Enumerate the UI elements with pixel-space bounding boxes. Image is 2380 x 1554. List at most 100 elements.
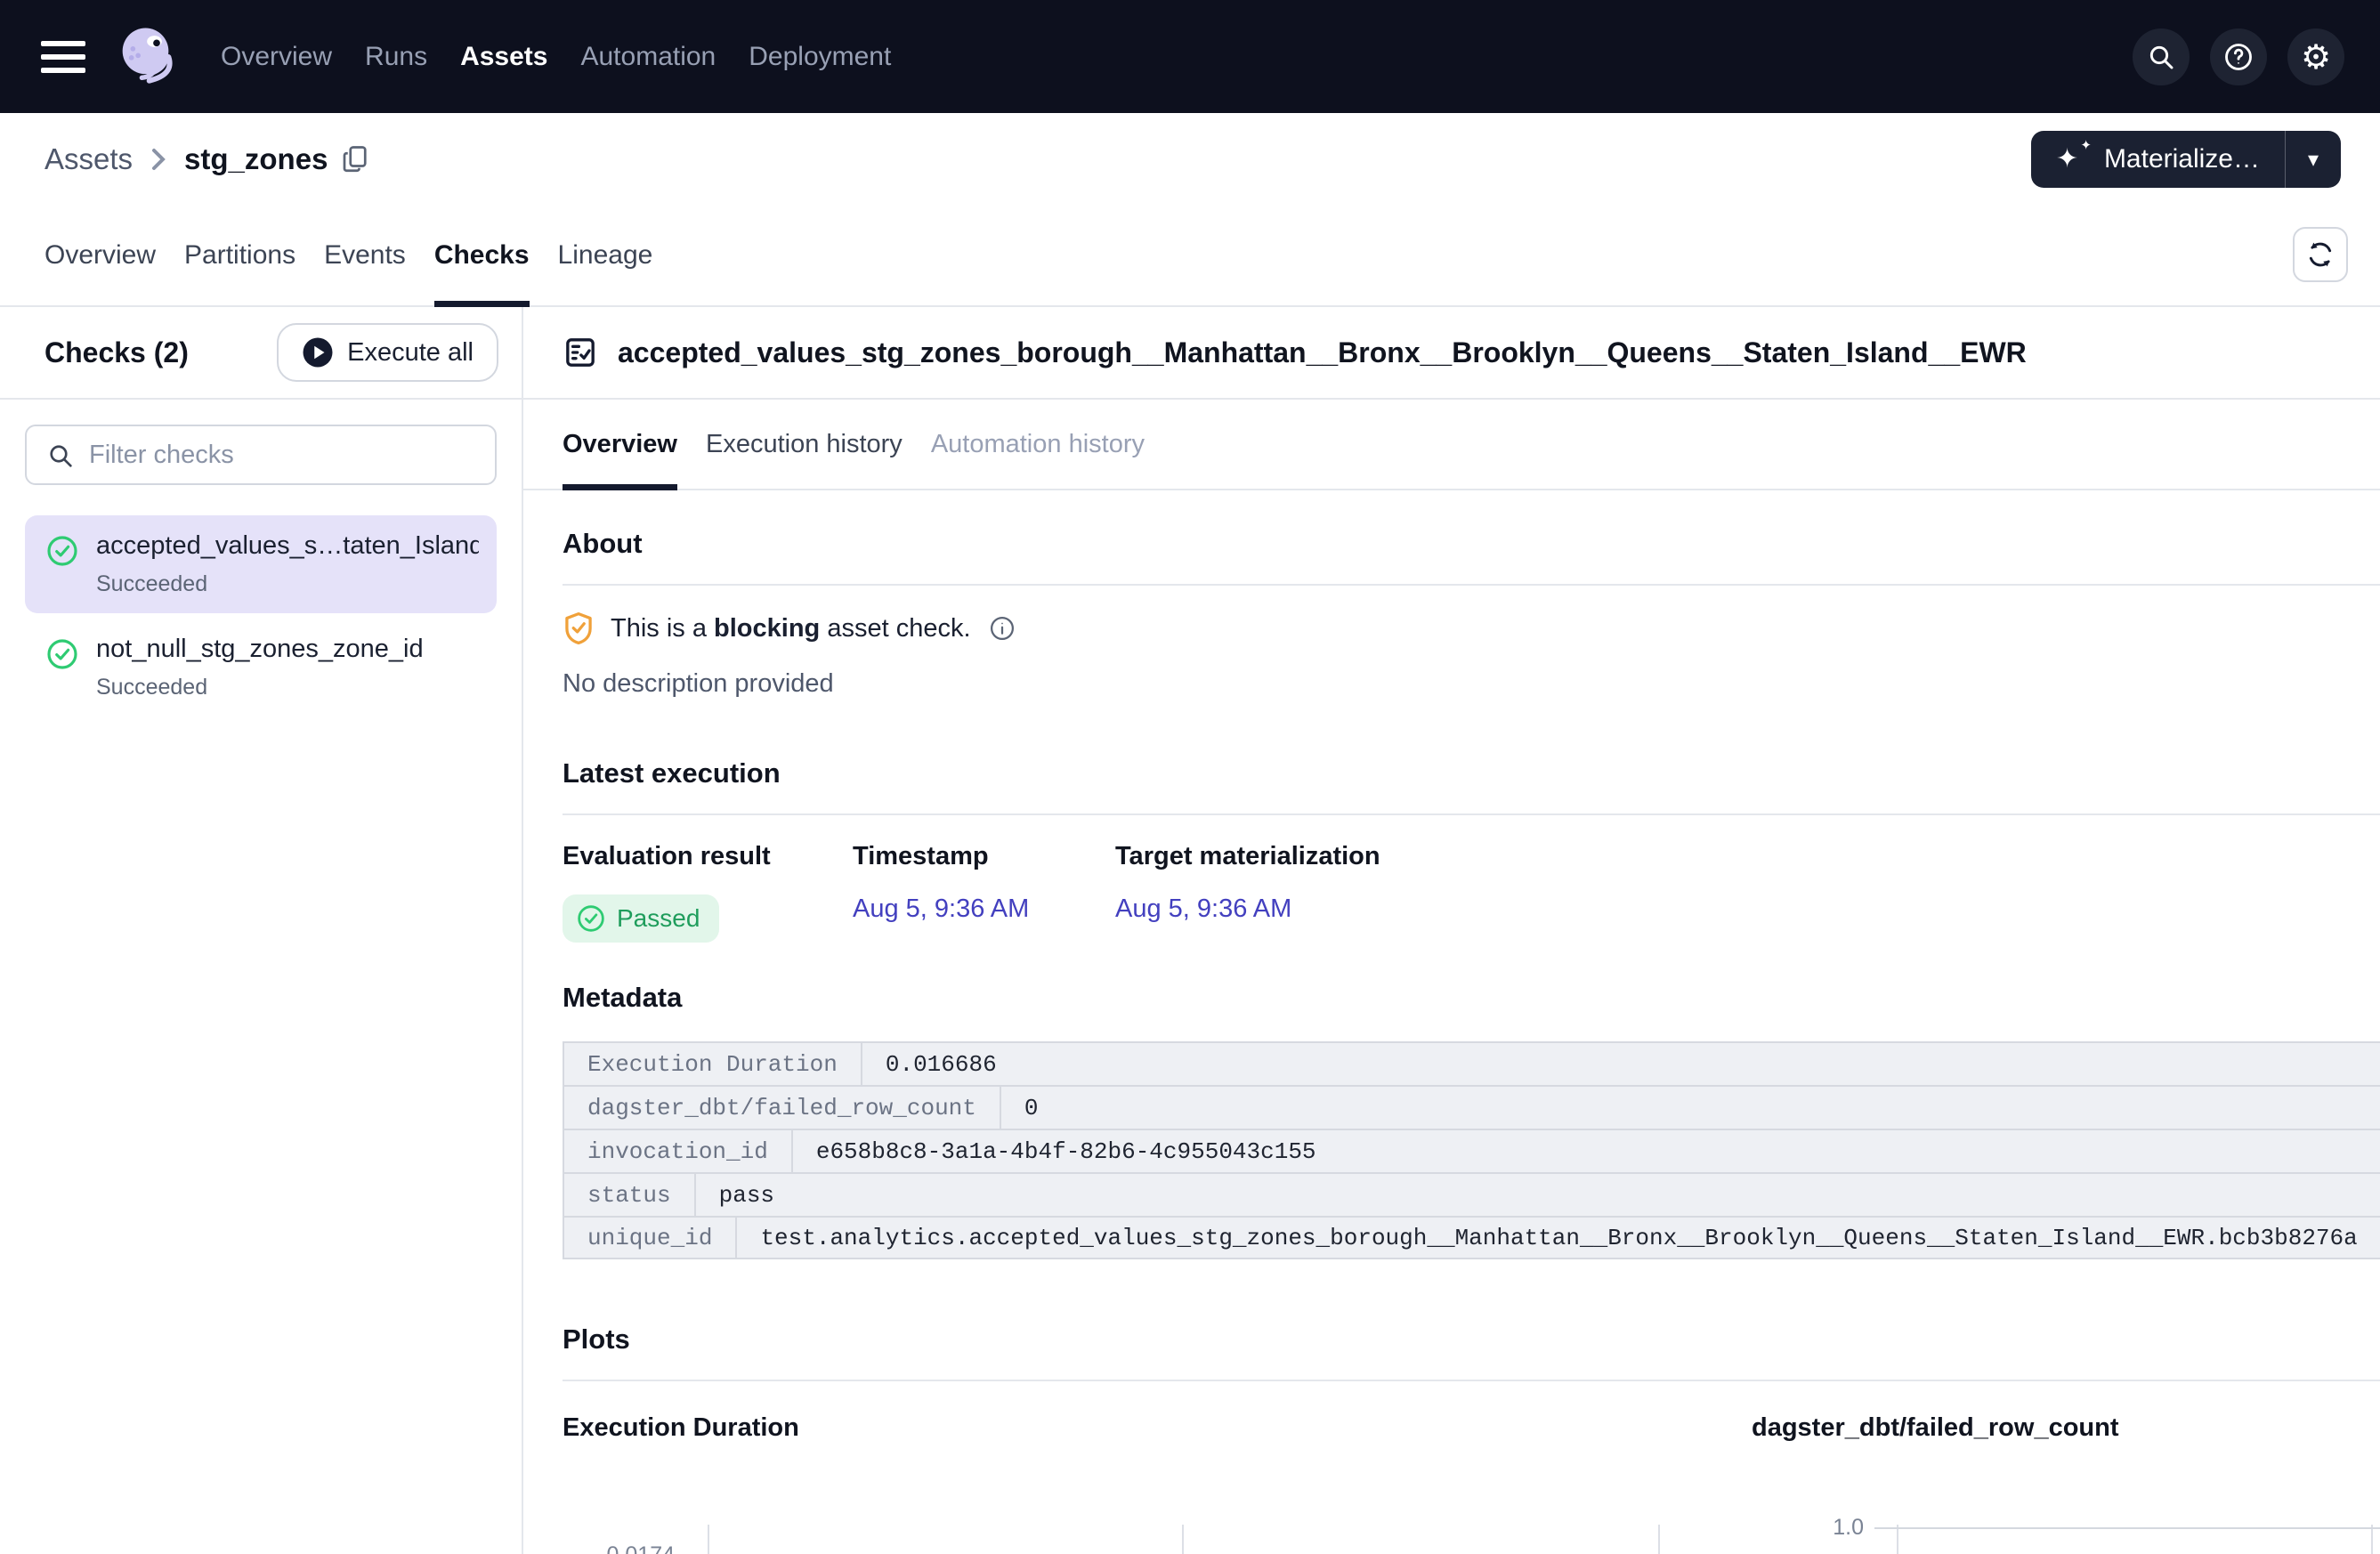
metadata-value: 0.016686 — [862, 1043, 1020, 1085]
check-header: accepted_values_stg_zones_borough__Manha… — [523, 307, 2380, 400]
chart-plot-area: 1.0 0.6 — [1752, 1525, 2380, 1554]
checklist-icon — [563, 335, 598, 370]
sparkle-icon: ✦ ✦ — [2056, 142, 2090, 176]
check-success-icon — [46, 638, 78, 670]
about-section: About This is a blocking asset check. — [563, 528, 2380, 699]
info-icon — [989, 615, 1016, 642]
help-button[interactable] — [2210, 28, 2267, 85]
breadcrumb-current-asset: stg_zones — [184, 142, 328, 176]
chart-title: Execution Duration — [563, 1413, 1711, 1443]
metadata-value: test.analytics.accepted_values_stg_zones… — [737, 1218, 2380, 1258]
metadata-value: pass — [696, 1174, 797, 1216]
filter-checks-box — [25, 425, 497, 485]
nav-item-automation[interactable]: Automation — [580, 42, 716, 72]
latest-execution-section: Latest execution Evaluation result Passe… — [563, 757, 2380, 943]
shield-check-icon — [563, 611, 595, 646]
check-detail-panel: accepted_values_stg_zones_borough__Manha… — [523, 307, 2380, 1554]
metadata-section: Metadata Execution Duration 0.016686 dag… — [563, 982, 2380, 1259]
table-row: status pass — [564, 1172, 2380, 1216]
metadata-table: Execution Duration 0.016686 dagster_dbt/… — [563, 1041, 2380, 1259]
materialize-button[interactable]: ✦ ✦ Materialize… — [2031, 131, 2286, 188]
check-tab-execution-history[interactable]: Execution history — [706, 400, 903, 490]
about-heading: About — [563, 528, 2380, 560]
latest-execution-heading: Latest execution — [563, 757, 2380, 789]
timestamp-label: Timestamp — [853, 842, 1115, 871]
help-icon — [2222, 41, 2255, 73]
metadata-key: status — [564, 1174, 696, 1216]
nav-item-runs[interactable]: Runs — [365, 42, 427, 72]
materialize-dropdown-button[interactable]: ▾ — [2286, 131, 2341, 188]
top-navigation-bar: Overview Runs Assets Automation Deployme… — [0, 0, 2380, 113]
nav-item-assets[interactable]: Assets — [460, 42, 547, 72]
metadata-value: 0 — [1001, 1087, 1062, 1129]
table-row: dagster_dbt/failed_row_count 0 — [564, 1085, 2380, 1129]
content-area: Checks (2) Execute all — [0, 307, 2380, 1554]
table-row: unique_id test.analytics.accepted_values… — [564, 1216, 2380, 1259]
filter-checks-input[interactable] — [27, 426, 495, 483]
check-list-item-accepted-values[interactable]: accepted_values_s…taten_Island_ Succeede… — [25, 515, 497, 613]
passed-check-icon — [577, 904, 605, 933]
passed-badge-label: Passed — [617, 904, 700, 933]
nav-item-deployment[interactable]: Deployment — [749, 42, 891, 72]
blocking-note-row: This is a blocking asset check. — [563, 611, 2380, 646]
tab-lineage[interactable]: Lineage — [558, 206, 653, 307]
chart-title: dagster_dbt/failed_row_count — [1752, 1413, 2380, 1443]
target-materialization-label: Target materialization — [1115, 842, 1380, 871]
play-circle-icon — [302, 336, 334, 368]
plots-grid: Execution Duration 0.0174 dagster_dbt/fa… — [563, 1413, 2380, 1554]
refresh-icon — [2305, 239, 2335, 270]
breadcrumb-chevron-icon — [149, 146, 168, 173]
target-materialization-link[interactable]: Aug 5, 9:36 AM — [1115, 894, 1291, 923]
tab-overview[interactable]: Overview — [45, 206, 156, 307]
evaluation-result-label: Evaluation result — [563, 842, 853, 871]
check-item-status: Succeeded — [96, 571, 479, 597]
tab-checks[interactable]: Checks — [434, 206, 530, 307]
search-button[interactable] — [2133, 28, 2190, 85]
checks-sidebar: Checks (2) Execute all — [0, 307, 523, 1554]
copy-icon — [342, 144, 368, 174]
check-list: accepted_values_s…taten_Island_ Succeede… — [25, 515, 497, 716]
check-item-name: not_null_stg_zones_zone_id — [96, 635, 479, 664]
asset-tabs: Overview Partitions Events Checks Lineag… — [0, 206, 2380, 307]
check-tab-automation-history: Automation history — [931, 400, 1145, 490]
hamburger-menu-icon[interactable] — [41, 41, 85, 73]
gear-icon: ⚙ — [2301, 40, 2331, 74]
tab-partitions[interactable]: Partitions — [184, 206, 295, 307]
checks-sidebar-body: accepted_values_s…taten_Island_ Succeede… — [0, 400, 522, 741]
execute-all-label: Execute all — [347, 338, 474, 368]
table-row: Execution Duration 0.016686 — [564, 1041, 2380, 1085]
y-axis-tick-label: 0.0174 — [563, 1542, 675, 1554]
plots-section: Plots Execution Duration 0.0174 — [563, 1323, 2380, 1554]
execute-all-button[interactable]: Execute all — [277, 323, 498, 382]
execution-duration-chart: Execution Duration 0.0174 — [563, 1413, 1711, 1554]
metadata-key: dagster_dbt/failed_row_count — [564, 1087, 1001, 1129]
search-icon — [2147, 43, 2175, 71]
topbar-actions: ⚙ — [2133, 28, 2344, 85]
tab-events[interactable]: Events — [324, 206, 406, 307]
nav-item-overview[interactable]: Overview — [221, 42, 332, 72]
metadata-key: Execution Duration — [564, 1043, 862, 1085]
passed-status-badge: Passed — [563, 894, 719, 943]
check-item-name: accepted_values_s…taten_Island_ — [96, 531, 479, 561]
latest-execution-grid: Evaluation result Passed — [563, 842, 2380, 943]
timestamp-link[interactable]: Aug 5, 9:36 AM — [853, 894, 1029, 923]
check-tab-overview[interactable]: Overview — [563, 400, 677, 490]
plots-heading: Plots — [563, 1323, 2380, 1356]
blocking-note-text: This is a blocking asset check. — [611, 614, 971, 643]
checks-count-title: Checks (2) — [45, 336, 189, 369]
breadcrumb-assets-link[interactable]: Assets — [45, 142, 133, 176]
dagster-logo-icon[interactable] — [112, 21, 183, 93]
checks-sidebar-header: Checks (2) Execute all — [0, 307, 522, 400]
check-item-status: Succeeded — [96, 675, 479, 700]
check-list-item-not-null[interactable]: not_null_stg_zones_zone_id Succeeded — [25, 619, 497, 716]
settings-button[interactable]: ⚙ — [2287, 28, 2344, 85]
blocking-info-button[interactable] — [989, 615, 1016, 642]
chart-plot-area: 0.0174 — [563, 1525, 1711, 1554]
metadata-key: unique_id — [564, 1218, 737, 1258]
copy-asset-name-button[interactable] — [342, 144, 368, 174]
table-row: invocation_id e658b8c8-3a1a-4b4f-82b6-4c… — [564, 1129, 2380, 1172]
check-detail-tabs: Overview Execution history Automation hi… — [523, 400, 2380, 490]
refresh-button[interactable] — [2293, 227, 2348, 282]
check-name-title: accepted_values_stg_zones_borough__Manha… — [618, 336, 2027, 369]
no-description-text: No description provided — [563, 669, 2380, 699]
